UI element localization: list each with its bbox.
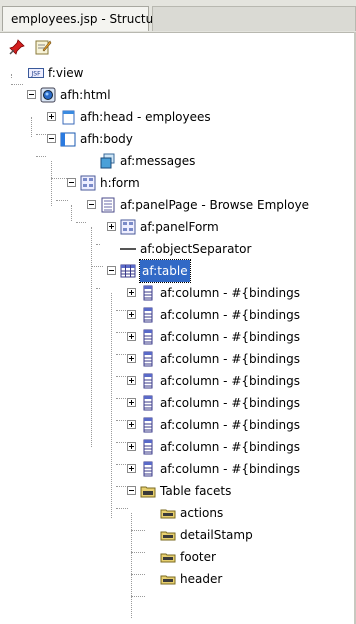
facet-icon xyxy=(160,553,176,563)
tree-node-label: af:column - #{bindings xyxy=(160,374,300,388)
tree-node-label: afh:html xyxy=(60,88,111,102)
edit-icon[interactable] xyxy=(34,38,52,56)
form-icon xyxy=(120,219,136,235)
column-icon xyxy=(143,373,153,389)
tree-node[interactable]: af:column - #{bindings xyxy=(140,370,300,392)
tree-node[interactable]: af:column - #{bindings xyxy=(140,436,300,458)
separator-icon xyxy=(120,248,136,250)
folder-icon xyxy=(140,486,156,498)
column-icon xyxy=(143,439,153,455)
expand-toggle[interactable] xyxy=(127,354,136,363)
column-icon xyxy=(143,285,153,301)
collapse-toggle[interactable] xyxy=(27,90,36,99)
tree-node[interactable]: header xyxy=(160,568,222,590)
tab-title: employees.jsp - Structure xyxy=(11,12,166,26)
tree-node[interactable]: Table facets xyxy=(140,480,231,502)
facet-icon xyxy=(160,575,176,585)
collapse-toggle[interactable] xyxy=(107,266,116,275)
table-icon xyxy=(120,264,136,278)
facet-icon xyxy=(160,531,176,541)
tree-node-label: h:form xyxy=(100,176,140,190)
tree-node-label: af:column - #{bindings xyxy=(160,418,300,432)
expand-toggle[interactable] xyxy=(127,442,136,451)
tab-structure[interactable]: employees.jsp - Structure xyxy=(2,6,165,31)
tree-node-label: af:column - #{bindings xyxy=(160,286,300,300)
tree-node-label: af:column - #{bindings xyxy=(160,308,300,322)
tree-node-label: af:objectSeparator xyxy=(140,242,252,256)
tree-node-label: actions xyxy=(180,506,224,520)
column-icon xyxy=(143,351,153,367)
column-icon xyxy=(143,307,153,323)
tree-node-label: af:table xyxy=(139,259,191,283)
tree-node[interactable]: actions xyxy=(160,502,223,524)
tree-node-label: header xyxy=(180,572,223,586)
collapse-toggle[interactable] xyxy=(127,486,136,495)
tree-node[interactable]: afh:html xyxy=(40,84,111,106)
tree-node[interactable]: af:column - #{bindings xyxy=(140,348,300,370)
tree-node-label: af:panelForm xyxy=(140,220,219,234)
expand-toggle[interactable] xyxy=(127,464,136,473)
svg-text:JSF: JSF xyxy=(30,71,41,78)
tree-node[interactable]: af:column - #{bindings xyxy=(140,282,300,304)
tree-node-label: afh:body xyxy=(80,132,133,146)
toolbar xyxy=(0,33,356,61)
tree-node[interactable]: af:column - #{bindings xyxy=(140,414,300,436)
tab-bar: employees.jsp - Structure xyxy=(0,0,356,33)
tree-node-label: afh:head - employees xyxy=(80,110,211,124)
tree-node[interactable]: afh:body xyxy=(60,128,133,150)
tree-node-label: f:view xyxy=(48,66,84,80)
tree-node-label: af:column - #{bindings xyxy=(160,396,300,410)
collapse-toggle[interactable] xyxy=(67,178,76,187)
expand-toggle[interactable] xyxy=(127,310,136,319)
collapse-toggle[interactable] xyxy=(87,200,96,209)
collapse-toggle[interactable] xyxy=(47,134,56,143)
tree-node[interactable]: af:column - #{bindings xyxy=(140,326,300,348)
tree-node-label: af:column - #{bindings xyxy=(160,462,300,476)
expand-toggle[interactable] xyxy=(47,112,56,121)
expand-toggle[interactable] xyxy=(127,376,136,385)
jsf-icon: JSF xyxy=(28,68,44,78)
tree-node-label: detailStamp xyxy=(180,528,253,542)
expand-toggle[interactable] xyxy=(127,332,136,341)
column-icon xyxy=(143,329,153,345)
tree-node-label: Table facets xyxy=(160,484,232,498)
column-icon xyxy=(143,395,153,411)
facet-icon xyxy=(160,509,176,519)
tree-node[interactable]: af:table xyxy=(120,259,191,283)
structure-tree: JSF f:view afh:html afh:head - employees afh… xyxy=(0,62,356,624)
tree-node[interactable]: af:column - #{bindings xyxy=(140,392,300,414)
tree-node[interactable]: af:column - #{bindings xyxy=(140,304,300,326)
tree-node[interactable]: af:messages xyxy=(100,150,195,172)
expand-toggle[interactable] xyxy=(127,288,136,297)
page-icon xyxy=(101,197,115,213)
tree-node[interactable]: footer xyxy=(160,546,216,568)
messages-icon xyxy=(100,153,115,169)
tree-node[interactable]: af:column - #{bindings xyxy=(140,458,300,480)
tree-node[interactable]: af:panelPage - Browse Employe xyxy=(100,194,309,216)
tree-node-label: af:column - #{bindings xyxy=(160,440,300,454)
tree-node[interactable]: af:panelForm xyxy=(120,216,219,238)
form-icon xyxy=(80,175,96,191)
pin-icon[interactable] xyxy=(8,38,26,56)
expand-toggle[interactable] xyxy=(127,398,136,407)
column-icon xyxy=(143,417,153,433)
body-icon xyxy=(60,132,76,147)
tree-node-label: af:column - #{bindings xyxy=(160,330,300,344)
expand-toggle[interactable] xyxy=(107,222,116,231)
tree-node[interactable]: afh:head - employees xyxy=(60,106,211,128)
globe-icon xyxy=(40,87,56,103)
column-icon xyxy=(143,461,153,477)
tree-node-label: af:messages xyxy=(120,154,196,168)
head-icon xyxy=(62,110,75,125)
tree-node[interactable]: h:form xyxy=(80,172,140,194)
tree-node-label: af:panelPage - Browse Employe xyxy=(120,198,310,212)
tree-node[interactable]: detailStamp xyxy=(160,524,253,546)
tree-node[interactable]: af:objectSeparator xyxy=(120,238,251,260)
tree-node[interactable]: JSF f:view xyxy=(28,62,83,84)
tab-empty-area xyxy=(152,6,356,31)
tree-node-label: af:column - #{bindings xyxy=(160,352,300,366)
expand-toggle[interactable] xyxy=(127,420,136,429)
tree-node-label: footer xyxy=(180,550,216,564)
